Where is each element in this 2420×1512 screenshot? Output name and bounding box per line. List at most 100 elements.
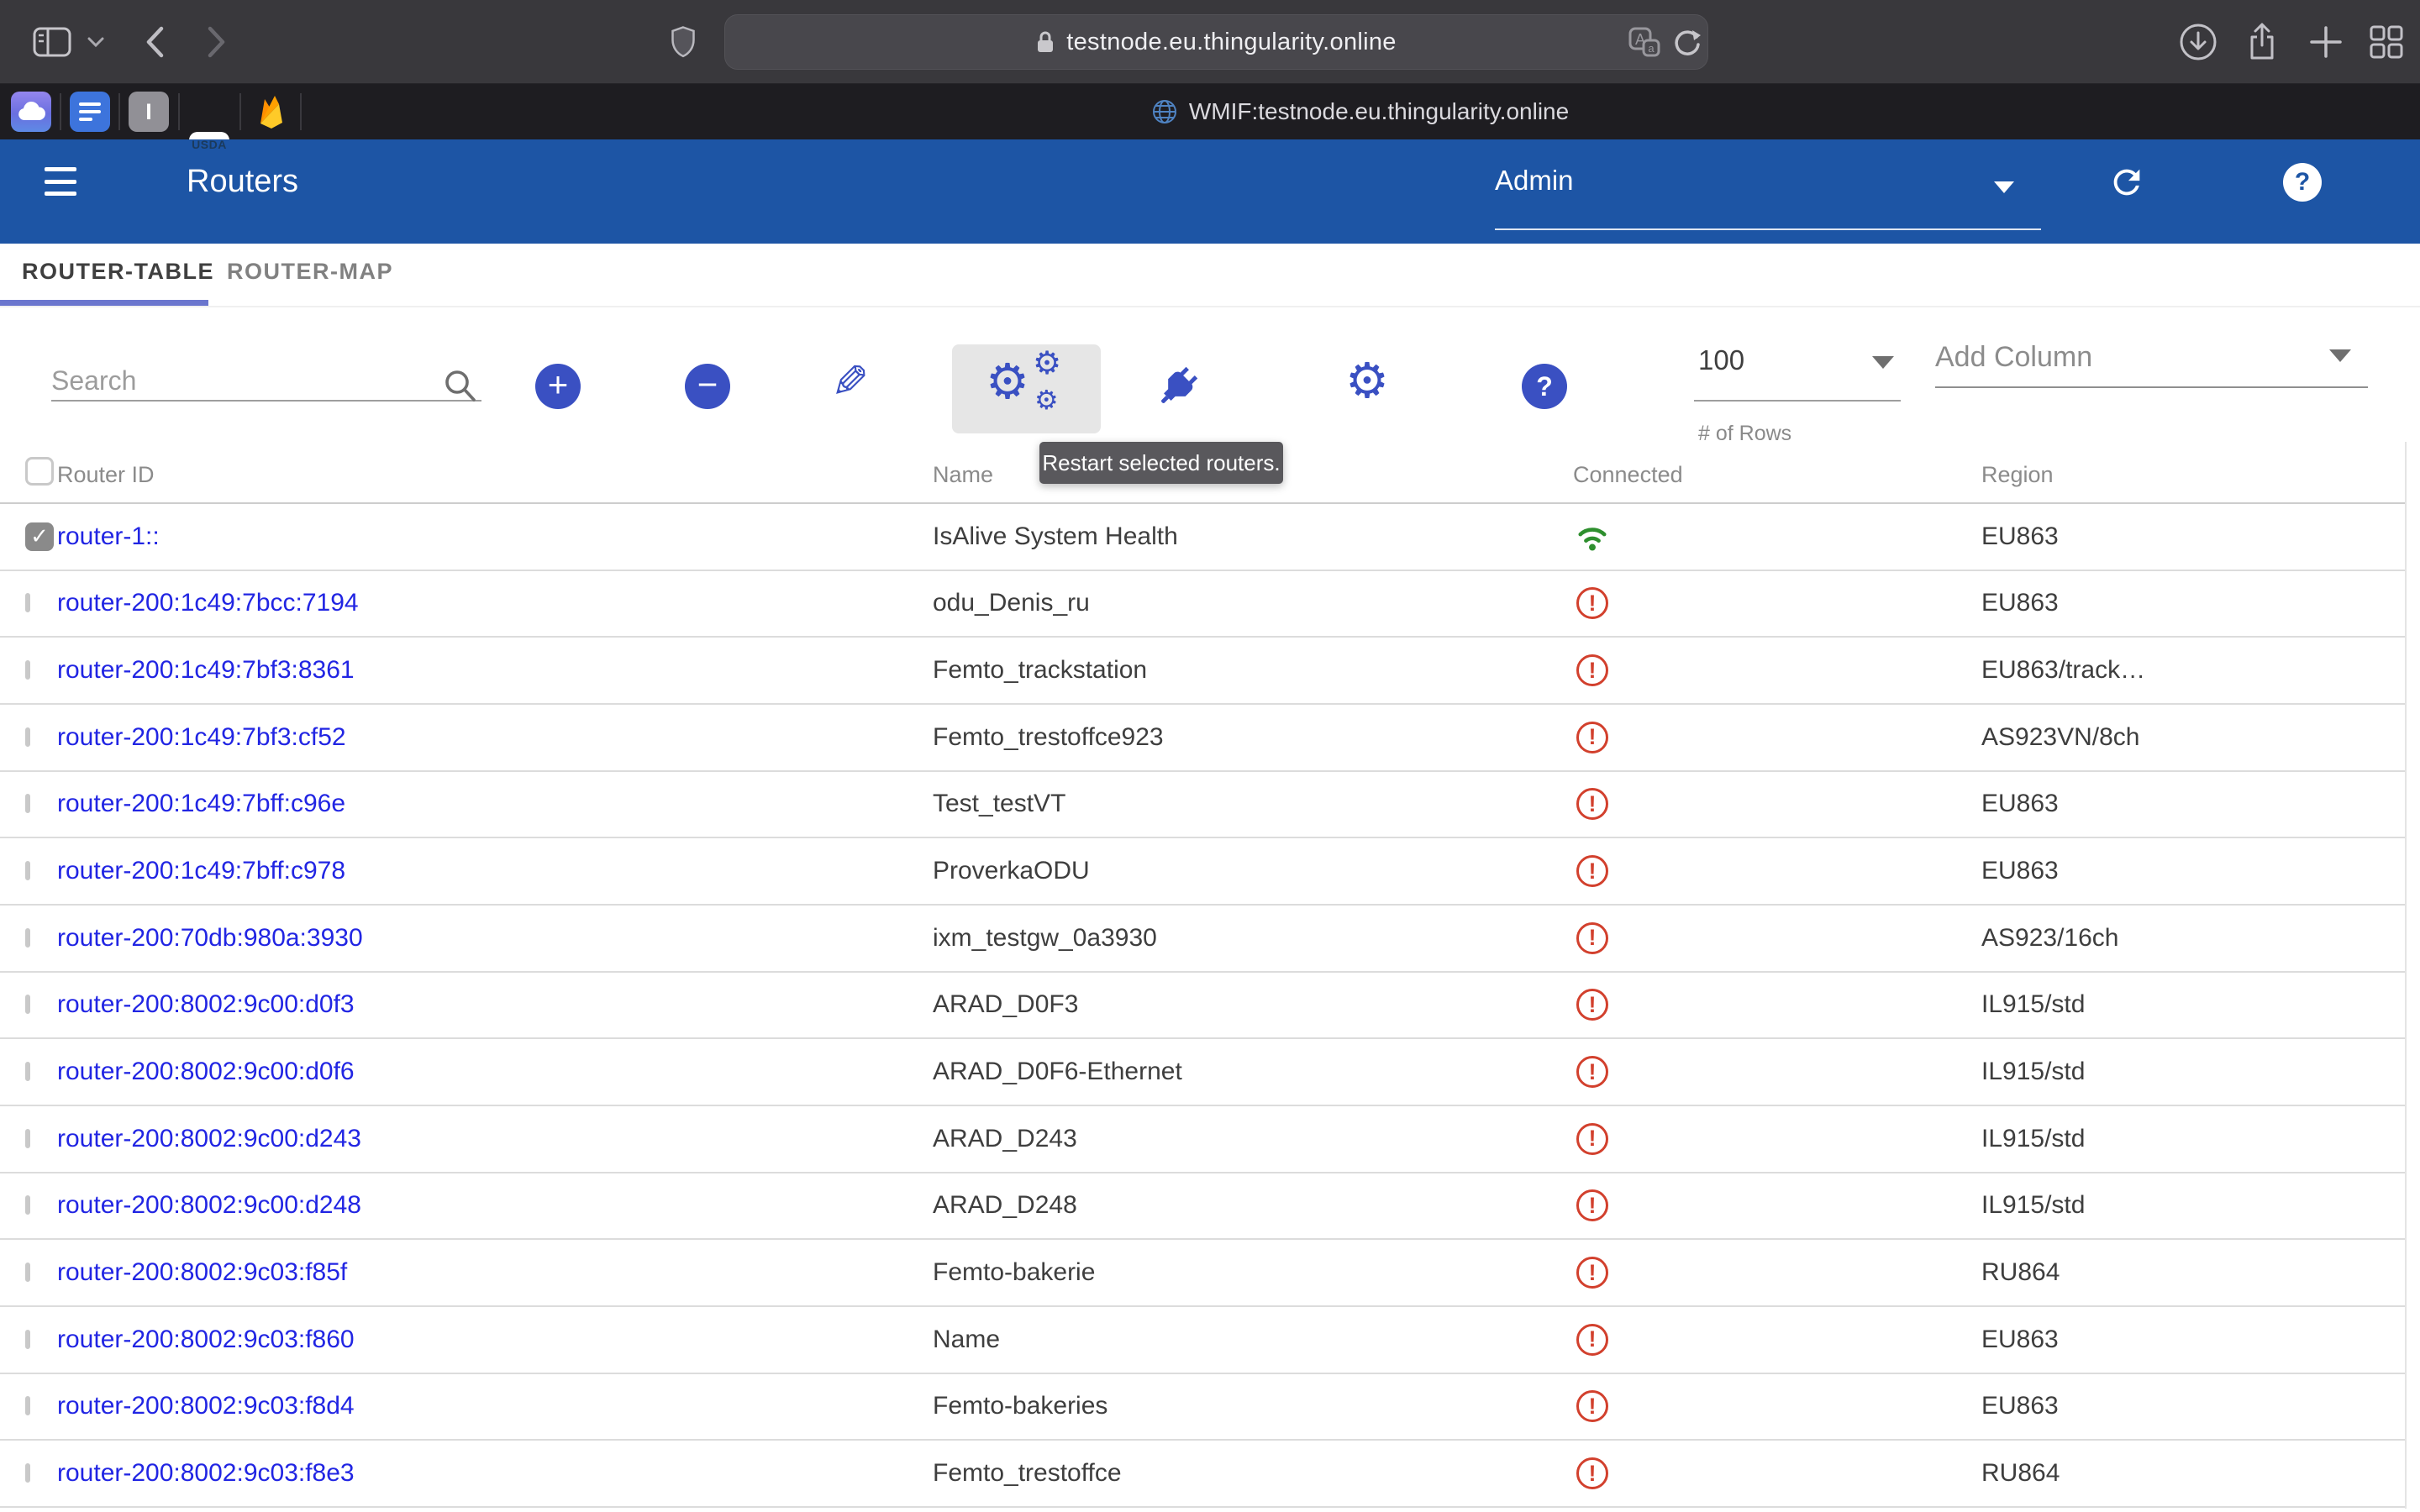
forward-icon[interactable] (207, 26, 227, 58)
tab-router-map[interactable]: ROUTER-MAP (227, 259, 393, 285)
router-name: odu_Denis_ru (933, 589, 1090, 617)
search-icon[interactable] (440, 366, 479, 409)
refresh-icon[interactable] (2107, 162, 2147, 202)
router-id-link[interactable]: router-200:8002:9c00:d0f3 (57, 990, 355, 1019)
router-id-link[interactable]: router-1:: (57, 522, 160, 551)
region-value: RU864 (1981, 1258, 2060, 1287)
router-name: Femto_trackstation (933, 656, 1147, 685)
router-id-link[interactable]: router-200:8002:9c00:d0f6 (57, 1058, 355, 1086)
row-checkbox[interactable] (25, 1396, 30, 1415)
share-icon[interactable] (2242, 0, 2282, 84)
reload-icon[interactable] (1672, 27, 1702, 57)
sidebar-chevron-icon[interactable] (87, 37, 104, 48)
row-checkbox[interactable] (25, 995, 30, 1014)
privacy-shield-icon[interactable] (671, 26, 696, 58)
search-field[interactable] (51, 360, 481, 402)
row-checkbox[interactable] (25, 660, 30, 680)
error-icon (1576, 587, 1608, 619)
column-header-region[interactable]: Region (1981, 462, 2054, 488)
add-column-select[interactable]: Add Column (1935, 338, 2368, 396)
router-id-link[interactable]: router-200:8002:9c03:f85f (57, 1258, 347, 1287)
router-name: Femto-bakeries (933, 1392, 1107, 1420)
user-select-underline (1495, 228, 2041, 230)
row-checkbox[interactable] (25, 1062, 30, 1081)
row-checkbox[interactable] (25, 727, 30, 747)
router-name: ixm_testgw_0a3930 (933, 924, 1157, 953)
browser-tab-bar: I USDA WMIF:testnode.eu.thingularity.onl… (0, 84, 2420, 139)
error-icon (1576, 722, 1608, 753)
chevron-down-icon (1994, 181, 2014, 193)
edit-router-button[interactable] (831, 358, 869, 407)
chevron-down-icon (1872, 356, 1894, 369)
router-id-link[interactable]: router-200:70db:980a:3930 (57, 924, 363, 953)
user-select-value: Admin (1495, 165, 1574, 196)
restart-routers-button[interactable] (952, 344, 1101, 433)
back-icon[interactable] (145, 26, 165, 58)
favorite-docs-icon[interactable] (70, 92, 110, 132)
column-header-router-id[interactable]: Router ID (57, 462, 155, 488)
search-input[interactable] (51, 360, 421, 402)
region-value: IL915/std (1981, 990, 2085, 1019)
router-id-link[interactable]: router-200:1c49:7bf3:cf52 (57, 723, 346, 752)
router-id-link[interactable]: router-200:1c49:7bff:c978 (57, 857, 345, 885)
select-all-checkbox[interactable] (25, 457, 54, 486)
help-icon[interactable]: ? (2282, 162, 2323, 202)
router-name: Name (933, 1326, 1000, 1354)
column-header-name[interactable]: Name (933, 462, 993, 488)
region-value: EU863 (1981, 1392, 2059, 1420)
downloads-icon[interactable] (2178, 0, 2218, 84)
tab-overview-icon[interactable] (2366, 0, 2407, 84)
row-checkbox[interactable] (25, 1129, 30, 1148)
connect-router-button[interactable] (1155, 361, 1203, 414)
row-checkbox[interactable] (25, 1195, 30, 1215)
table-help-button[interactable]: ? (1522, 364, 1567, 409)
app-bar: Routers Admin ? (0, 139, 2420, 244)
tab-title: WMIF:testnode.eu.thingularity.online (1189, 98, 1569, 125)
favorite-firebase-icon[interactable] (251, 92, 292, 132)
column-header-connected[interactable]: Connected (1573, 462, 1683, 488)
error-icon (1576, 1324, 1608, 1356)
router-id-link[interactable]: router-200:8002:9c03:f8e3 (57, 1459, 355, 1488)
row-checkbox[interactable] (25, 1463, 30, 1483)
row-checkbox[interactable] (25, 861, 30, 880)
row-checkbox[interactable] (25, 522, 54, 551)
user-select[interactable]: Admin (1495, 165, 2041, 208)
url-bar[interactable]: testnode.eu.thingularity.online (724, 14, 1708, 70)
tab-router-table[interactable]: ROUTER-TABLE (22, 259, 214, 285)
router-name: ARAD_D248 (933, 1191, 1077, 1220)
favorite-cloud-icon[interactable] (11, 92, 51, 132)
translate-icon[interactable]: Aa (1628, 27, 1660, 57)
router-name: ProverkaODU (933, 857, 1090, 885)
page-title: Routers (187, 164, 298, 200)
favorite-info-label: I (145, 99, 152, 125)
table-row: router-200:1c49:7bff:c96e Test_testVT EU… (0, 772, 2407, 839)
router-id-link[interactable]: router-200:8002:9c03:f8d4 (57, 1392, 355, 1420)
rows-per-page-select[interactable]: 100 # of Rows (1694, 341, 1901, 442)
router-id-link[interactable]: router-200:8002:9c00:d248 (57, 1191, 361, 1220)
add-router-button[interactable] (535, 364, 581, 409)
settings-icon[interactable] (1345, 356, 1389, 407)
row-checkbox[interactable] (25, 1330, 30, 1349)
active-tab[interactable]: WMIF:testnode.eu.thingularity.online (301, 84, 2420, 139)
table-right-edge (2405, 442, 2407, 1509)
menu-icon[interactable] (45, 167, 76, 196)
router-id-link[interactable]: router-200:1c49:7bf3:8361 (57, 656, 355, 685)
router-id-link[interactable]: router-200:1c49:7bcc:7194 (57, 589, 359, 617)
remove-router-button[interactable] (685, 364, 730, 409)
row-checkbox[interactable] (25, 1263, 30, 1282)
row-checkbox[interactable] (25, 794, 30, 813)
new-tab-icon[interactable] (2306, 0, 2346, 84)
sidebar-toggle-icon[interactable] (32, 25, 72, 59)
error-icon (1576, 1457, 1608, 1489)
favorites-separator (60, 93, 61, 130)
wifi-icon (1573, 521, 1612, 553)
router-id-link[interactable]: router-200:1c49:7bff:c96e (57, 790, 345, 818)
router-id-link[interactable]: router-200:8002:9c00:d243 (57, 1125, 361, 1153)
row-checkbox[interactable] (25, 928, 30, 948)
router-id-link[interactable]: router-200:8002:9c03:f860 (57, 1326, 355, 1354)
row-checkbox[interactable] (25, 593, 30, 612)
favorites-separator (118, 93, 120, 130)
error-icon (1576, 654, 1608, 686)
screen: testnode.eu.thingularity.online Aa I (0, 0, 2420, 1512)
favorite-info-icon[interactable]: I (129, 92, 169, 132)
